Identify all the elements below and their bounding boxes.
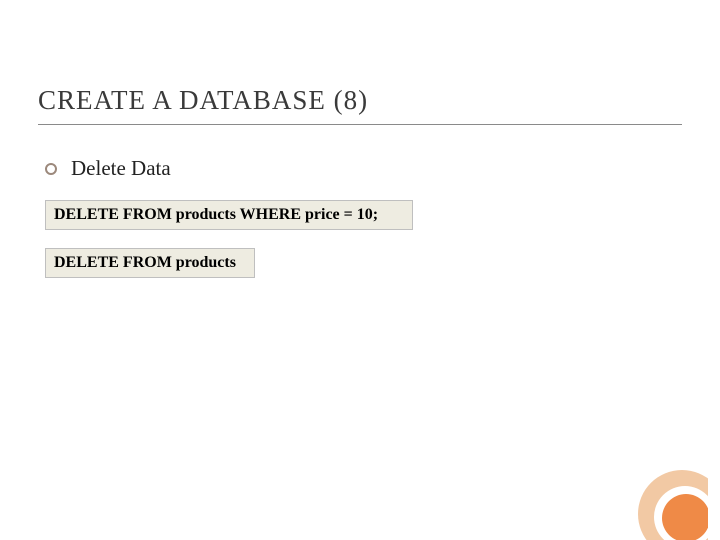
title-underline: [38, 124, 682, 125]
code-box-2: DELETE FROM products: [45, 248, 255, 278]
slide: CREATE A DATABASE (8) Delete Data DELETE…: [0, 0, 720, 540]
bullet-icon: [45, 163, 57, 175]
bullet-text: Delete Data: [71, 156, 171, 181]
bullet-row: Delete Data: [45, 156, 171, 181]
deco-circle-inner: [662, 494, 708, 540]
code-box-1: DELETE FROM products WHERE price = 10;: [45, 200, 413, 230]
corner-decoration: [630, 462, 708, 540]
page-title: CREATE A DATABASE (8): [38, 85, 368, 116]
